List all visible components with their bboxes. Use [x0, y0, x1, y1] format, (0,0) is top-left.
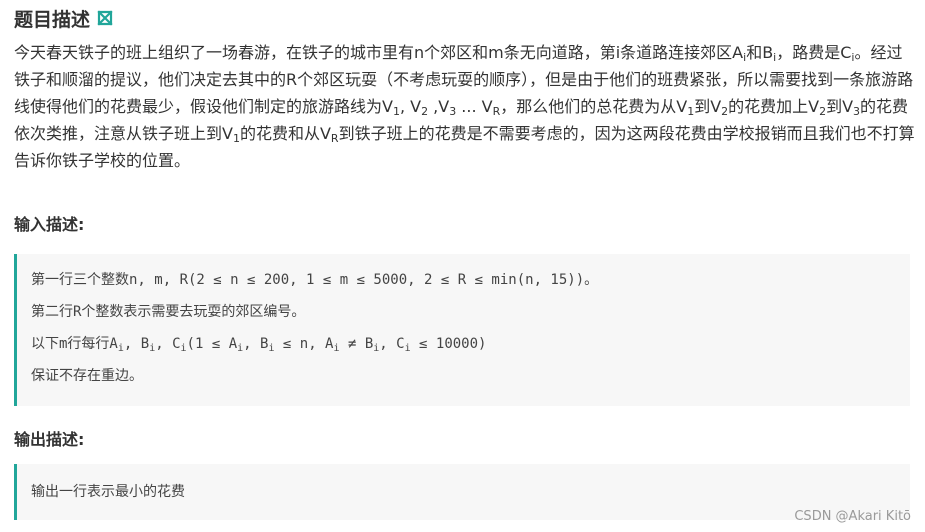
input-line-1: 第一行三个整数n, m, R(2 ≤ n ≤ 200, 1 ≤ m ≤ 5000… — [31, 272, 599, 288]
input-line-4: 保证不存在重边。 — [31, 368, 143, 384]
output-line-1: 输出一行表示最小的花费 — [31, 484, 185, 500]
input-line-3: 以下m行每行Ai, Bi, Ci(1 ≤ Ai, Bi ≤ n, Ai ≠ Bi… — [31, 336, 487, 354]
problem-description: 今天春天铁子的班上组织了一场春游，在铁子的城市里有n个郊区和m条无向道路，第i条… — [14, 43, 915, 170]
expand-icon[interactable] — [96, 9, 114, 27]
input-code-block: 第一行三个整数n, m, R(2 ≤ n ≤ 200, 1 ≤ m ≤ 5000… — [14, 254, 910, 406]
output-heading: 输出描述: — [14, 430, 85, 449]
input-line-2: 第二行R个整数表示需要去玩耍的郊区编号。 — [31, 304, 306, 320]
page-title: 题目描述 — [14, 8, 91, 31]
title-row: 题目描述 — [14, 4, 114, 32]
watermark: CSDN @Akari Kitō — [794, 509, 911, 524]
input-heading: 输入描述: — [14, 215, 85, 234]
output-code-block: 输出一行表示最小的花费 — [14, 464, 910, 520]
